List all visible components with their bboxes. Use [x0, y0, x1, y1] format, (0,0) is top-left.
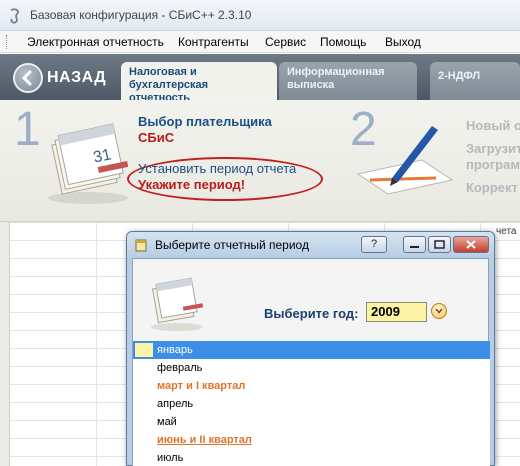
month-label: январь	[157, 344, 193, 356]
month-june-q2[interactable]: июнь и II квартал	[133, 431, 490, 449]
month-february[interactable]: февраль	[133, 359, 490, 377]
dialog-title-bar: Выберите отчетный период ?	[127, 232, 494, 258]
app-window: Базовая конфигурация - СБиС++ 2.3.10 Эле…	[0, 0, 520, 466]
month-label: июнь и II квартал	[157, 434, 252, 446]
year-label: Выберите год:	[264, 306, 359, 321]
dialog-minimize-button[interactable]	[403, 236, 426, 253]
menu-item-help[interactable]: Помощь	[320, 35, 366, 49]
svg-text:31: 31	[92, 146, 113, 166]
month-label: март и I квартал	[157, 380, 246, 392]
sbis-app-icon	[10, 8, 19, 24]
pen-document-icon	[356, 126, 454, 195]
tab-label-line1: 2-НДФЛ	[438, 70, 481, 82]
month-label: май	[157, 416, 177, 428]
dialog-help-button[interactable]: ?	[361, 236, 387, 253]
tab-info-statement[interactable]: Информационная выписка	[279, 62, 417, 100]
title-bar: Базовая конфигурация - СБиС++ 2.3.10	[0, 0, 520, 31]
month-march-q1[interactable]: март и I квартал	[133, 377, 490, 395]
month-label: апрель	[157, 398, 194, 410]
back-arrow-icon	[13, 63, 43, 93]
calendar-icon: 31	[48, 123, 129, 204]
grid-column-header: чета	[496, 226, 517, 237]
month-april[interactable]: апрель	[133, 395, 490, 413]
period-hint: Укажите период!	[138, 177, 246, 192]
dialog-body: Выберите год: 2009 январь февраль март и…	[132, 258, 490, 466]
dialog-big-calendar-icon	[151, 277, 204, 331]
menu-item-service[interactable]: Сервис	[265, 35, 306, 49]
step2-item-load[interactable]: Загрузит	[466, 141, 520, 156]
year-input[interactable]: 2009	[366, 302, 427, 322]
menu-grip-icon	[6, 35, 9, 49]
maximize-icon	[434, 240, 445, 249]
window-title: Базовая конфигурация - СБиС++ 2.3.10	[30, 8, 252, 22]
tab-2ndfl[interactable]: 2-НДФЛ	[430, 62, 520, 100]
back-button[interactable]: НАЗАД	[13, 63, 113, 93]
month-label: июль	[157, 452, 184, 464]
menu-item-reporting[interactable]: Электронная отчетность	[27, 35, 164, 49]
step2-item-new[interactable]: Новый о	[466, 118, 520, 133]
month-january[interactable]: январь	[133, 341, 490, 359]
set-period-link[interactable]: Установить период отчета	[138, 161, 296, 176]
year-dropdown-button[interactable]	[431, 303, 447, 319]
payer-selection-link[interactable]: Выбор плательщика	[138, 114, 272, 129]
step-number-1: 1	[14, 103, 41, 156]
month-july[interactable]: июль	[133, 449, 490, 466]
tab-tax-accounting[interactable]: Налоговая и бухгалтерская отчетность	[121, 62, 277, 104]
dialog-calendar-icon	[135, 239, 147, 252]
tab-label-line2: выписка	[287, 79, 335, 91]
month-may[interactable]: май	[133, 413, 490, 431]
tab-label-line1: Налоговая и	[129, 66, 197, 78]
back-label: НАЗАД	[47, 69, 107, 86]
month-label: февраль	[157, 362, 203, 374]
period-dialog: Выберите отчетный период ? Выберите год:…	[126, 231, 495, 466]
minimize-icon	[410, 246, 419, 248]
tab-label-line1: Информационная	[287, 66, 385, 78]
payer-value: СБиС	[138, 130, 175, 145]
dialog-maximize-button[interactable]	[428, 236, 451, 253]
dialog-close-button[interactable]	[453, 236, 489, 253]
dialog-title: Выберите отчетный период	[155, 238, 309, 252]
selection-marker	[135, 343, 153, 357]
step2-item-program: програм	[466, 157, 520, 172]
menu-item-contractors[interactable]: Контрагенты	[178, 35, 249, 49]
chevron-down-icon	[435, 308, 443, 314]
menu-bar: Электронная отчетность Контрагенты Серви…	[0, 31, 520, 53]
menu-item-exit[interactable]: Выход	[385, 35, 421, 49]
wizard-panel: 1 31 Выбор плательщика СБиС Установить п…	[0, 100, 520, 222]
close-icon	[466, 240, 476, 249]
step2-item-correct[interactable]: Коррект	[466, 180, 518, 195]
grid-side-strip	[0, 222, 10, 466]
header-bar: НАЗАД Налоговая и бухгалтерская отчетнос…	[0, 54, 520, 104]
month-list: январь февраль март и I квартал апрель м…	[133, 341, 490, 466]
